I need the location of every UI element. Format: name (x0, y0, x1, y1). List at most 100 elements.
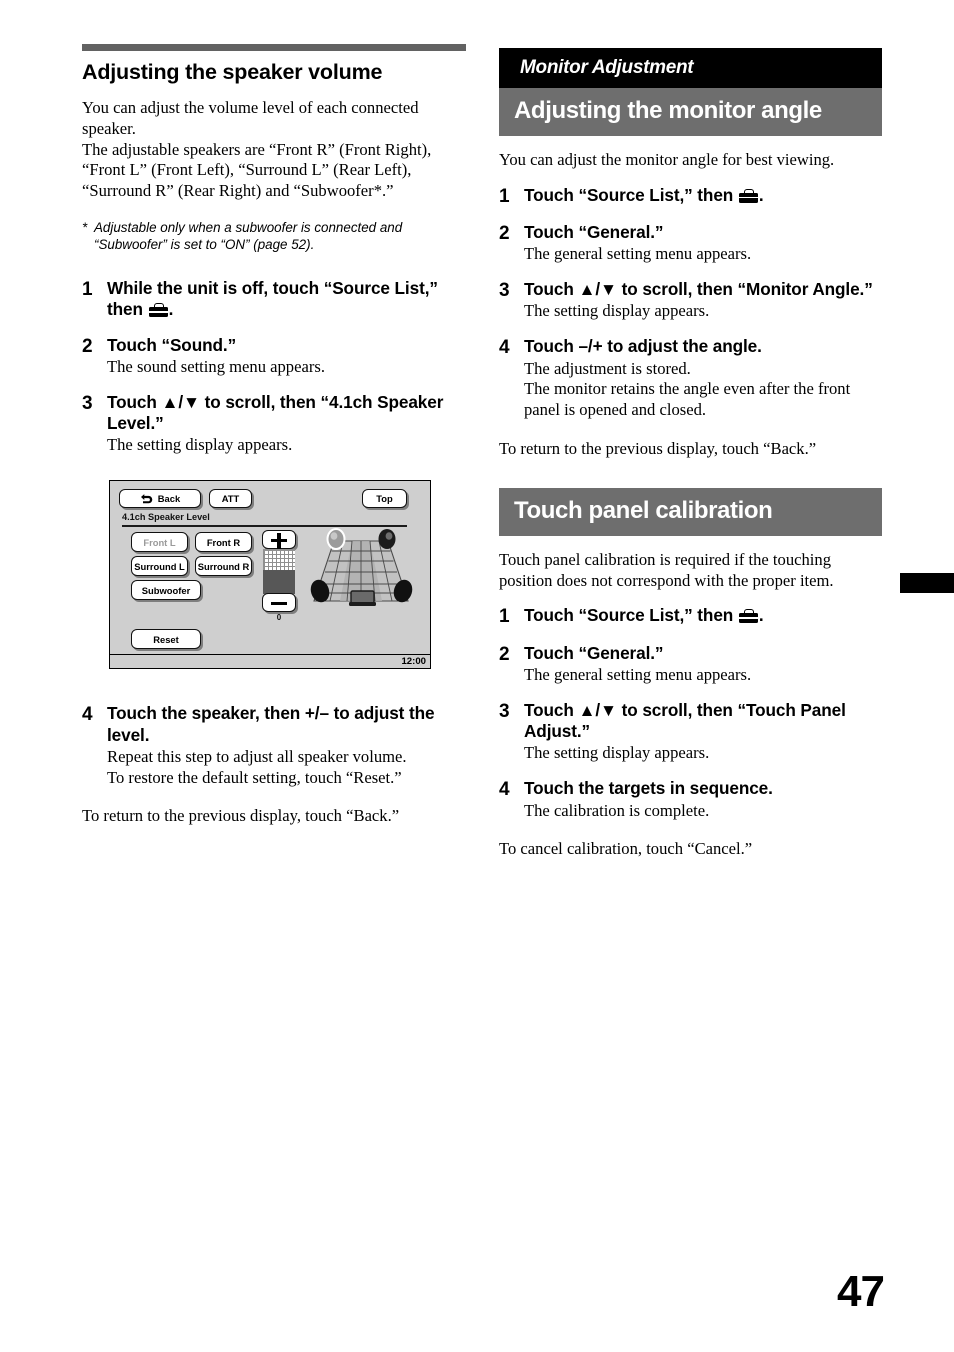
toolbox-icon (738, 609, 758, 624)
intro-paragraph-1: You can adjust the volume level of each … (82, 98, 419, 138)
step-number: 1 (82, 278, 93, 300)
screen-speaker-label: Subwoofer (141, 584, 191, 596)
step-heading: Touch ▲/▼ to scroll, then “Monitor Angle… (524, 279, 873, 300)
second-closing-note: To cancel calibration, touch “Cancel.” (499, 839, 753, 859)
step-number: 4 (499, 779, 510, 801)
step-heading: Touch ▲/▼ to scroll, then “Touch Panel A… (524, 699, 846, 742)
monitor-angle-intro: You can adjust the monitor angle for bes… (499, 150, 835, 169)
screen-status-bar: 12:00 (110, 654, 430, 669)
step-description: The setting display appears. (524, 743, 710, 763)
step-description: The sound setting menu appears. (107, 356, 325, 376)
screen-level-minus-button[interactable] (262, 593, 296, 613)
footnote-text: Adjustable only when a subwoofer is conn… (94, 220, 403, 253)
step-item: 2 Touch “General.” The general setting m… (499, 643, 882, 686)
step-heading-text-after-icon: . (168, 299, 174, 320)
step-heading: Touch the speaker, then +/– to adjust th… (107, 703, 435, 745)
section-rule (82, 44, 466, 51)
screen-speaker-button-subwoofer[interactable]: Subwoofer (131, 580, 201, 601)
screen-att-button[interactable]: ATT (209, 489, 252, 509)
slider-empty-region (263, 549, 295, 571)
screen-att-label: ATT (221, 493, 240, 505)
footnote: * Adjustable only when a subwoofer is co… (82, 219, 466, 254)
step-number: 1 (499, 185, 510, 207)
step-number: 4 (82, 704, 93, 726)
screen-speaker-button-front-l[interactable]: Front L (131, 532, 188, 553)
screen-speaker-button-surround-l[interactable]: Surround L (131, 556, 188, 577)
touch-panel-intro: Touch panel calibration is required if t… (499, 549, 834, 590)
screen-illustration: Back ATT Top 4.1ch Speaker Level Front L… (109, 480, 466, 670)
step-description: The general setting menu appears. (524, 664, 752, 684)
slider-filled-region (263, 570, 295, 595)
step-heading: Touch the targets in sequence. (524, 778, 773, 799)
step-heading: Touch “Sound.” (107, 334, 237, 355)
screen-speaker-button-surround-r[interactable]: Surround R (195, 556, 252, 577)
toolbox-icon (738, 188, 758, 203)
screen-reset-label: Reset (153, 633, 179, 645)
step-number: 2 (82, 335, 93, 357)
screen-back-button[interactable]: Back (119, 489, 201, 509)
section-heading-touch-panel-calibration: Touch panel calibration (499, 487, 882, 536)
page-number: 47 (837, 1267, 885, 1316)
screen-title: 4.1ch Speaker Level (122, 512, 210, 523)
screen-clock: 12:00 (401, 656, 426, 668)
step-heading: Touch –/+ to adjust the angle. (524, 336, 762, 357)
step-description: The setting display appears. (524, 301, 710, 321)
step-heading-text-after-icon: . (758, 605, 764, 626)
step-description: The adjustment is stored. The monitor re… (524, 358, 851, 420)
closing-note: To return to the previous display, touch… (499, 439, 817, 459)
speaker-placement-diagram (310, 528, 413, 607)
step-item: 2 Touch “Sound.” The sound setting menu … (82, 335, 466, 378)
footnote-mark: * (82, 220, 88, 236)
step-item: 3 Touch ▲/▼ to scroll, then “Touch Panel… (499, 700, 882, 764)
step-item: 3 Touch ▲/▼ to scroll, then “Monitor Ang… (499, 279, 882, 322)
screen-back-label: Back (157, 493, 181, 505)
step-number: 2 (499, 643, 510, 665)
screen-top-button[interactable]: Top (362, 489, 407, 509)
right-column: Monitor Adjustment Adjusting the monitor… (499, 48, 882, 860)
step-heading: Touch ▲/▼ to scroll, then “4.1ch Speaker… (107, 391, 444, 434)
left-column: Adjusting the speaker volume You can adj… (82, 44, 466, 827)
toolbox-icon (148, 303, 168, 318)
step-number: 3 (499, 280, 510, 302)
step-description: Repeat this step to adjust all speaker v… (107, 746, 407, 787)
step-heading: While the unit is off, touch “Source Lis… (107, 278, 466, 321)
step-item: 4 Touch –/+ to adjust the angle. The adj… (499, 336, 882, 421)
step-description: The general setting menu appears. (524, 244, 752, 264)
back-arrow-icon (140, 494, 153, 504)
step-number: 3 (82, 392, 93, 414)
screen-level-value: 0 (276, 613, 282, 623)
device-screen: Back ATT Top 4.1ch Speaker Level Front L… (109, 480, 431, 670)
step-description: The setting display appears. (107, 435, 293, 455)
screen-level-plus-button[interactable] (262, 530, 296, 550)
screen-level-slider[interactable] (263, 549, 295, 595)
step-heading: Touch “General.” (524, 221, 664, 242)
screen-speaker-label: Front R (206, 536, 241, 548)
screen-top-label: Top (376, 493, 393, 505)
step-number: 3 (499, 700, 510, 722)
section-heading-monitor-angle: Adjusting the monitor angle (499, 88, 882, 136)
minus-icon (271, 601, 287, 606)
step-heading-text-after-icon: . (758, 184, 764, 205)
step-heading-text-before-icon: Touch “Source List,” then (524, 605, 738, 626)
step-number: 2 (499, 222, 510, 244)
page-title: Adjusting the speaker volume (82, 60, 383, 84)
step-item: 3 Touch ▲/▼ to scroll, then “4.1ch Speak… (82, 392, 466, 456)
category-band: Monitor Adjustment (499, 48, 882, 88)
step-item: 2 Touch “General.” The general setting m… (499, 222, 882, 265)
screen-speaker-button-front-r[interactable]: Front R (195, 532, 252, 553)
screen-speaker-label: Surround L (134, 560, 185, 572)
screen-speaker-label: Front L (143, 536, 176, 548)
step-item: 4 Touch the speaker, then +/– to adjust … (82, 703, 466, 788)
step-description: The calibration is complete. (524, 800, 710, 820)
step-item: 1 Touch “Source List,” then . (499, 185, 882, 208)
step-heading: Touch “Source List,” then . (524, 185, 882, 206)
closing-note: To return to the previous display, touch… (82, 806, 400, 826)
step-item: 4 Touch the targets in sequence. The cal… (499, 778, 882, 821)
step-item: 1 Touch “Source List,” then . (499, 605, 882, 628)
screen-speaker-label: Surround R (197, 560, 250, 572)
screen-reset-button[interactable]: Reset (131, 629, 201, 650)
step-heading-text-before-icon: Touch “Source List,” then (524, 184, 738, 205)
intro-paragraph-2: The adjustable speakers are “Front R” (F… (82, 139, 432, 201)
step-number: 4 (499, 337, 510, 359)
step-heading: Touch “General.” (524, 642, 664, 663)
